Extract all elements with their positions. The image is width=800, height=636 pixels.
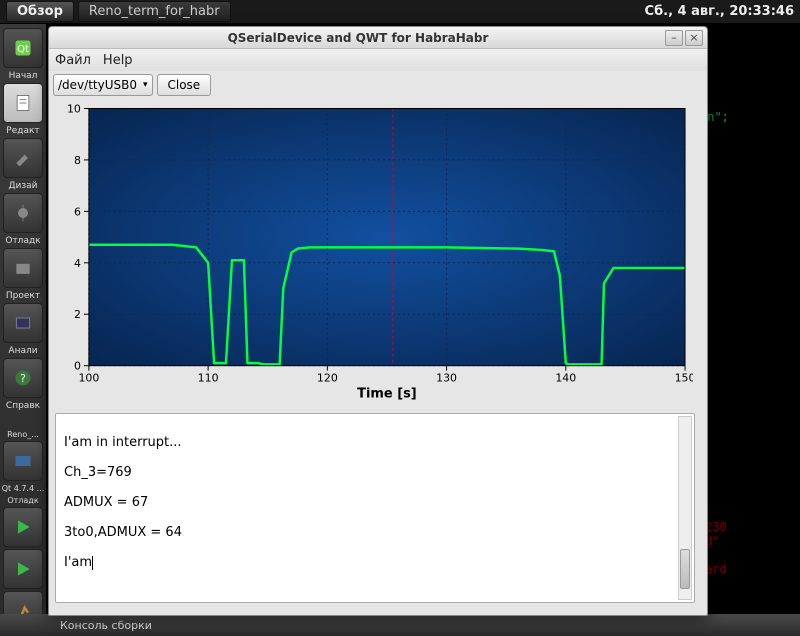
scrollbar-thumb[interactable] [680, 549, 690, 589]
launcher-debug[interactable] [3, 193, 43, 233]
bg-statusbar: Консоль сборки [0, 614, 800, 636]
launcher-welcome[interactable]: Qt [3, 28, 43, 68]
clock: Сб., 4 авг., 20:33:46 [645, 4, 794, 19]
launcher-run-debug[interactable] [3, 549, 43, 589]
task-item[interactable]: Reno_term_for_habr [78, 1, 231, 22]
svg-text:110: 110 [198, 372, 219, 385]
serial-output[interactable]: I'am in interrupt... Ch_3=769 ADMUX = 67… [55, 413, 695, 603]
dialog-menubar: Файл Help [49, 49, 707, 71]
bg-code-snippet2: _curve0->dat [700, 344, 787, 358]
menu-help[interactable]: Help [103, 53, 133, 68]
plot-svg: 100 110 120 130 140 150 0 2 4 6 8 10 Time [s] [55, 101, 693, 403]
launcher-kit[interactable] [3, 441, 43, 481]
dialog-toolbar: /dev/ttyUSB0 ▾ Close [49, 71, 707, 99]
launcher-projects[interactable] [3, 248, 43, 288]
svg-text:0: 0 [74, 360, 81, 373]
svg-text:120: 120 [317, 372, 338, 385]
chevron-down-icon: ▾ [143, 80, 148, 90]
serial-output-text: I'am in interrupt... Ch_3=769 ADMUX = 67… [64, 435, 182, 570]
left-launcher: Qt Начал Редакт Дизай Отладк Проект Анал… [0, 24, 46, 636]
svg-text:150: 150 [675, 372, 693, 385]
launcher-kit-label2: Отладк [7, 496, 38, 505]
launcher-help[interactable]: ? [3, 358, 43, 398]
launcher-label: Начал [9, 71, 38, 81]
launcher-design[interactable] [3, 138, 43, 178]
close-button[interactable]: Close [157, 74, 212, 96]
svg-text:Qt: Qt [17, 44, 29, 55]
menu-file[interactable]: Файл [55, 53, 91, 68]
minimize-button[interactable]: – [665, 30, 683, 46]
svg-text:2: 2 [74, 308, 81, 321]
launcher-analyze[interactable] [3, 303, 43, 343]
svg-text:4: 4 [74, 257, 81, 270]
svg-text:140: 140 [555, 372, 576, 385]
desktop-taskbar: Обзор Reno_term_for_habr Сб., 4 авг., 20… [0, 0, 800, 24]
svg-text:6: 6 [74, 205, 81, 218]
launcher-label: Дизай [8, 181, 37, 191]
svg-text:10: 10 [67, 102, 81, 115]
close-icon[interactable]: × [685, 30, 703, 46]
launcher-task-mini[interactable]: Reno_... [7, 430, 39, 439]
text-cursor [92, 556, 93, 570]
launcher-label: Редакт [6, 126, 39, 136]
launcher-edit[interactable] [3, 83, 43, 123]
svg-text:8: 8 [74, 154, 81, 167]
output-scrollbar[interactable] [678, 416, 692, 600]
launcher-label: Анали [8, 346, 37, 356]
port-combo[interactable]: /dev/ttyUSB0 ▾ [53, 74, 153, 96]
dialog-titlebar[interactable]: QSerialDevice and QWT for HabraHabr – × [49, 27, 707, 49]
serial-dialog: QSerialDevice and QWT for HabraHabr – × … [48, 26, 708, 616]
launcher-label: Отладк [5, 236, 40, 246]
port-combo-value: /dev/ttyUSB0 [58, 78, 137, 92]
launcher-run[interactable] [3, 507, 43, 547]
dialog-title: QSerialDevice and QWT for HabraHabr [53, 31, 663, 45]
launcher-kit-label: Qt 4.7.4 ... [2, 484, 45, 493]
launcher-label: Справк [6, 401, 40, 411]
launcher-label: Проект [6, 291, 40, 301]
task-active[interactable]: Обзор [6, 1, 74, 22]
svg-text:Time [s]: Time [s] [357, 387, 417, 402]
svg-text:130: 130 [436, 372, 457, 385]
svg-text:?: ? [20, 372, 26, 385]
plot-area: 100 110 120 130 140 150 0 2 4 6 8 10 Time [s] [49, 99, 707, 405]
svg-text:100: 100 [78, 372, 99, 385]
